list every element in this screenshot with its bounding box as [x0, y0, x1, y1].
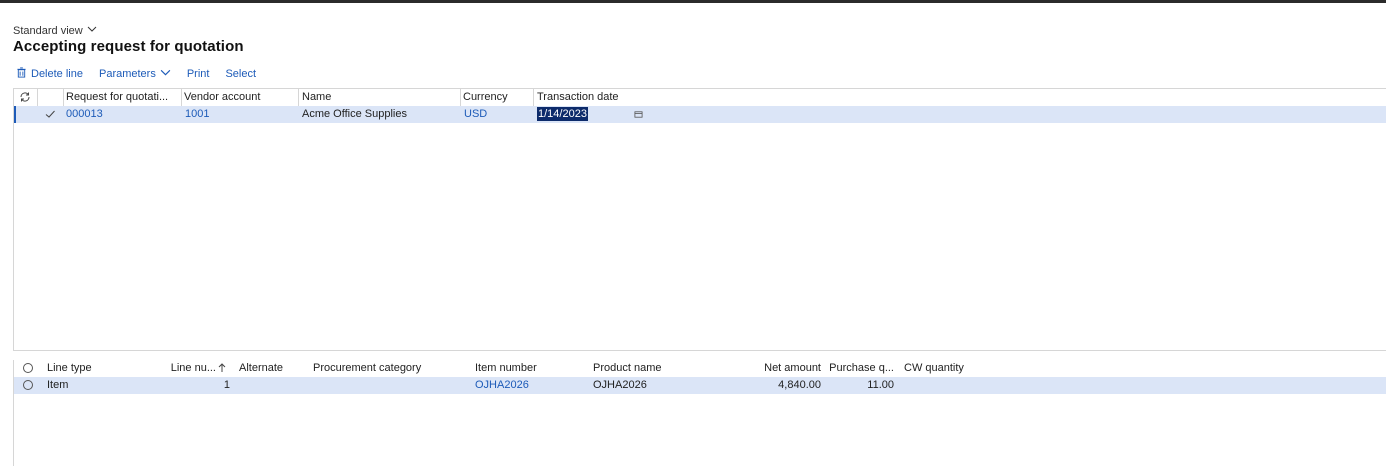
- parameters-label: Parameters: [98, 68, 156, 80]
- lines-header-row: Line type Line nu... Alternate Procureme…: [14, 360, 1386, 377]
- line-type-cell: Item: [47, 379, 69, 391]
- action-bar: Delete line Parameters Print Select: [16, 67, 272, 81]
- line-number-cell: 1: [223, 379, 230, 391]
- currency-link[interactable]: USD: [464, 106, 530, 123]
- view-label: Standard view: [13, 24, 83, 37]
- row-select-radio-icon[interactable]: [23, 380, 33, 390]
- vendor-account-link[interactable]: 1001: [185, 106, 297, 123]
- transaction-date-input[interactable]: 1/14/2023: [537, 107, 588, 121]
- parameters-menu-button[interactable]: Parameters: [99, 67, 171, 81]
- grid-divider: [13, 350, 1386, 351]
- delete-line-button[interactable]: Delete line: [16, 67, 83, 81]
- window-top-border: [0, 0, 1386, 3]
- trash-icon: [16, 67, 27, 81]
- chevron-down-icon: [160, 67, 171, 81]
- rfq-header-grid: Request for quotati... Vendor account Na…: [13, 88, 1386, 351]
- column-header-procurement-category[interactable]: Procurement category: [313, 360, 473, 377]
- rfq-lines-grid: Line type Line nu... Alternate Procureme…: [13, 360, 1386, 466]
- purchase-quantity-cell: 11.00: [867, 379, 894, 391]
- sort-up-arrow-icon[interactable]: [218, 360, 226, 377]
- net-amount-cell: 4,840.00: [778, 379, 821, 391]
- column-header-purchase-quantity[interactable]: Purchase q...: [824, 360, 894, 377]
- select-button[interactable]: Select: [225, 68, 256, 80]
- product-name-cell: OJHA2026: [593, 379, 647, 391]
- rfq-number-link[interactable]: 000013: [66, 106, 182, 123]
- column-header-line-type[interactable]: Line type: [47, 360, 157, 377]
- delete-line-label: Delete line: [31, 68, 83, 80]
- column-header-rfq[interactable]: Request for quotati...: [66, 89, 182, 106]
- select-all-radio-icon[interactable]: [23, 363, 33, 373]
- vendor-name-cell: Acme Office Supplies: [302, 108, 407, 120]
- alternate-cell: [239, 377, 309, 394]
- select-label: Select: [225, 68, 257, 80]
- chevron-down-icon: [87, 24, 97, 37]
- checkmark-icon[interactable]: [44, 106, 56, 123]
- refresh-icon[interactable]: [19, 89, 31, 106]
- column-header-alternate[interactable]: Alternate: [239, 360, 309, 377]
- selected-row-indicator: [14, 106, 16, 123]
- print-button[interactable]: Print: [187, 68, 210, 80]
- page-title: Accepting request for quotation: [13, 38, 244, 55]
- procurement-category-cell: [313, 377, 473, 394]
- grid-header-row: Request for quotati... Vendor account Na…: [14, 89, 1386, 107]
- column-header-vendor-account[interactable]: Vendor account: [184, 89, 296, 106]
- column-header-product-name[interactable]: Product name: [593, 360, 733, 377]
- cw-quantity-cell: [904, 377, 994, 394]
- view-selector[interactable]: Standard view: [13, 24, 97, 37]
- calendar-icon[interactable]: [634, 106, 643, 123]
- table-row[interactable]: Item 1 OJHA2026 OJHA2026 4,840.00 11.00: [14, 377, 1386, 394]
- column-header-item-number[interactable]: Item number: [475, 360, 587, 377]
- column-header-cw-quantity[interactable]: CW quantity: [904, 360, 994, 377]
- item-number-link[interactable]: OJHA2026: [475, 377, 587, 394]
- column-header-currency[interactable]: Currency: [463, 89, 531, 106]
- column-header-net-amount[interactable]: Net amount: [739, 360, 821, 377]
- column-header-transaction-date[interactable]: Transaction date: [537, 89, 657, 106]
- table-row[interactable]: 000013 1001 Acme Office Supplies USD 1/1…: [14, 106, 1386, 123]
- print-label: Print: [186, 68, 210, 80]
- column-header-line-number[interactable]: Line nu...: [164, 360, 216, 377]
- column-header-name[interactable]: Name: [302, 89, 458, 106]
